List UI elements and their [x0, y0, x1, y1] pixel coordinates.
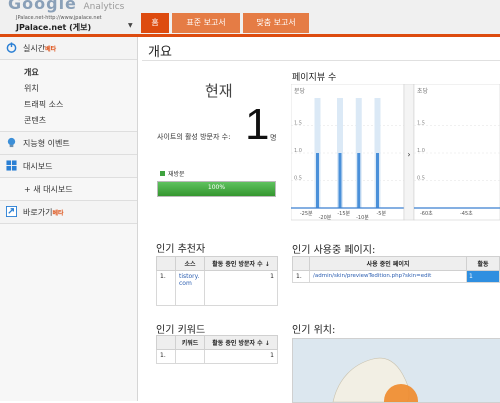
table-header-row: 소스 활동 중인 방문자 수 ↓: [156, 256, 278, 271]
row-count-cell: 1: [466, 270, 500, 283]
lightbulb-icon: [7, 137, 16, 148]
active-page-link[interactable]: /admin/skin/previewTedition.php?skin=edi…: [309, 270, 467, 283]
chart-panel-label: 분당: [294, 87, 306, 95]
sidebar-item-traffic-sources[interactable]: 트래픽 소스: [24, 99, 63, 110]
sidebar-item-label: 실시간: [23, 44, 46, 53]
row-count: 1: [204, 270, 278, 306]
now-label: 현재: [205, 82, 233, 100]
top-active-pages-table: 사용 중인 페이지 활동 1. /admin/skin/previewTedit…: [292, 256, 500, 283]
tab-standard-reports[interactable]: 표준 보고서: [172, 13, 240, 33]
y-tick-label: 1.5: [417, 121, 425, 127]
sidebar-item-content[interactable]: 콘텐츠: [24, 115, 46, 126]
sidebar-item-intelligence-events[interactable]: 지능형 이벤트: [0, 131, 137, 155]
x-tick-label: -5분: [376, 211, 386, 217]
column-header: [292, 256, 310, 271]
column-header-active-visitors[interactable]: 활동 중인 방문자 수 ↓: [204, 335, 278, 350]
sidebar-item-dashboards[interactable]: 대시보드: [0, 155, 137, 178]
sidebar-item-location[interactable]: 위치: [24, 83, 39, 94]
sidebar-item-realtime[interactable]: 실시간베타: [0, 37, 137, 60]
row-count: 1: [204, 349, 278, 364]
y-tick-label: 1.0: [294, 148, 302, 154]
row-rank: 1.: [292, 270, 310, 283]
progress-text: 100%: [207, 184, 226, 191]
row-keyword[interactable]: [175, 349, 205, 364]
top-referrers-table: 소스 활동 중인 방문자 수 ↓ 1. tistory.com 1: [156, 256, 278, 306]
location-map[interactable]: [292, 338, 500, 403]
column-header-active-visitors[interactable]: 활동 중인 방문자 수 ↓: [204, 256, 278, 271]
table-header-row: 키워드 활동 중인 방문자 수 ↓: [156, 335, 278, 350]
referrer-source-link[interactable]: tistory.com: [175, 270, 205, 306]
sidebar-item-label: 바로가기: [23, 208, 53, 217]
column-header: [156, 256, 176, 271]
chart-bar: [357, 153, 361, 208]
returning-visitor-legend-label: 재방문: [168, 171, 185, 178]
top-referrers-title: 인기 추천자: [156, 244, 206, 255]
power-icon: [6, 42, 17, 53]
chart-panel-per-second: [413, 84, 500, 221]
divider: [142, 60, 500, 61]
top-keywords-title: 인기 키워드: [156, 325, 206, 336]
chart-bar: [338, 153, 342, 208]
new-dashboard-link[interactable]: + 새 대시보드: [24, 184, 73, 195]
active-visitors-count: 1: [245, 100, 270, 149]
tab-home[interactable]: 홈: [141, 13, 169, 33]
sidebar-item-label: 대시보드: [23, 162, 53, 171]
active-visitors-unit: 명: [270, 134, 277, 142]
shortcut-icon: [6, 206, 17, 217]
x-tick-label: -15분: [337, 211, 350, 217]
sidebar-item-overview[interactable]: 개요: [24, 67, 39, 78]
column-header-keyword[interactable]: 키워드: [175, 335, 205, 350]
beta-badge: 베타: [45, 46, 57, 53]
row-rank: 1.: [156, 270, 176, 306]
chart-bar: [376, 153, 379, 208]
x-tick-label: -25분: [300, 211, 313, 217]
chart-expand-arrow-icon: ›: [407, 150, 410, 159]
page-title: 개요: [148, 45, 172, 60]
y-tick-label: 1.5: [294, 121, 302, 127]
sidebar-item-label: 지능형 이벤트: [23, 139, 70, 148]
y-tick-label: 0.5: [294, 176, 302, 182]
x-tick-label: -20분: [319, 215, 332, 221]
y-tick-label: 0.5: [417, 176, 425, 182]
top-locations-title: 인기 위치:: [292, 325, 336, 336]
active-visitors-label: 사이트의 활성 방문자 수:: [157, 133, 231, 141]
account-name[interactable]: JPalace.net (게보): [16, 22, 91, 33]
chart-panel-label: 초당: [417, 87, 429, 95]
column-header-source[interactable]: 소스: [175, 256, 205, 271]
row-rank: 1.: [156, 349, 176, 364]
tab-custom-reports[interactable]: 맞춤 보고서: [243, 13, 309, 33]
table-header-row: 사용 중인 페이지 활동: [292, 256, 500, 271]
table-row[interactable]: 1. tistory.com 1: [156, 270, 278, 306]
dashboard-grid-icon: [6, 160, 17, 171]
active-count-bar: 1: [467, 271, 499, 282]
account-url[interactable]: JPalace.net-http://www.jpalace.net: [16, 15, 102, 21]
table-row[interactable]: 1. /admin/skin/previewTedition.php?skin=…: [292, 270, 500, 283]
table-row[interactable]: 1. 1: [156, 349, 278, 364]
x-tick-label: -10분: [356, 215, 369, 221]
pageviews-title: 페이지뷰 수: [292, 73, 337, 83]
column-header-page[interactable]: 사용 중인 페이지: [309, 256, 467, 271]
chart-bar: [316, 153, 319, 208]
beta-badge: 베타: [52, 210, 64, 217]
chart-panel-per-minute: [291, 84, 405, 221]
map-graphic: [332, 357, 418, 402]
returning-visitor-progress-bar: 100%: [157, 181, 276, 197]
top-keywords-table: 키워드 활동 중인 방문자 수 ↓ 1. 1: [156, 335, 278, 364]
y-tick-label: 1.0: [417, 148, 425, 154]
x-tick-label: -45초: [460, 211, 473, 217]
returning-visitor-legend-swatch: [160, 171, 165, 176]
sidebar-item-shortcuts[interactable]: 바로가기베타: [0, 200, 137, 224]
column-header: [156, 335, 176, 350]
pageviews-chart: 분당 1.5 1.0 0.5 -25분 -20분 -15분 -10분 -5분 › 초당 1.5 1.0 0…: [291, 84, 500, 221]
x-tick-label: -60초: [420, 211, 433, 217]
account-dropdown-caret-icon[interactable]: ▼: [128, 22, 133, 29]
row-count: 1: [469, 273, 473, 280]
top-active-pages-title: 인기 사용중 페이지:: [292, 245, 376, 256]
google-analytics-logo[interactable]: Google Analytics: [8, 0, 124, 13]
column-header-active[interactable]: 활동: [466, 256, 500, 271]
